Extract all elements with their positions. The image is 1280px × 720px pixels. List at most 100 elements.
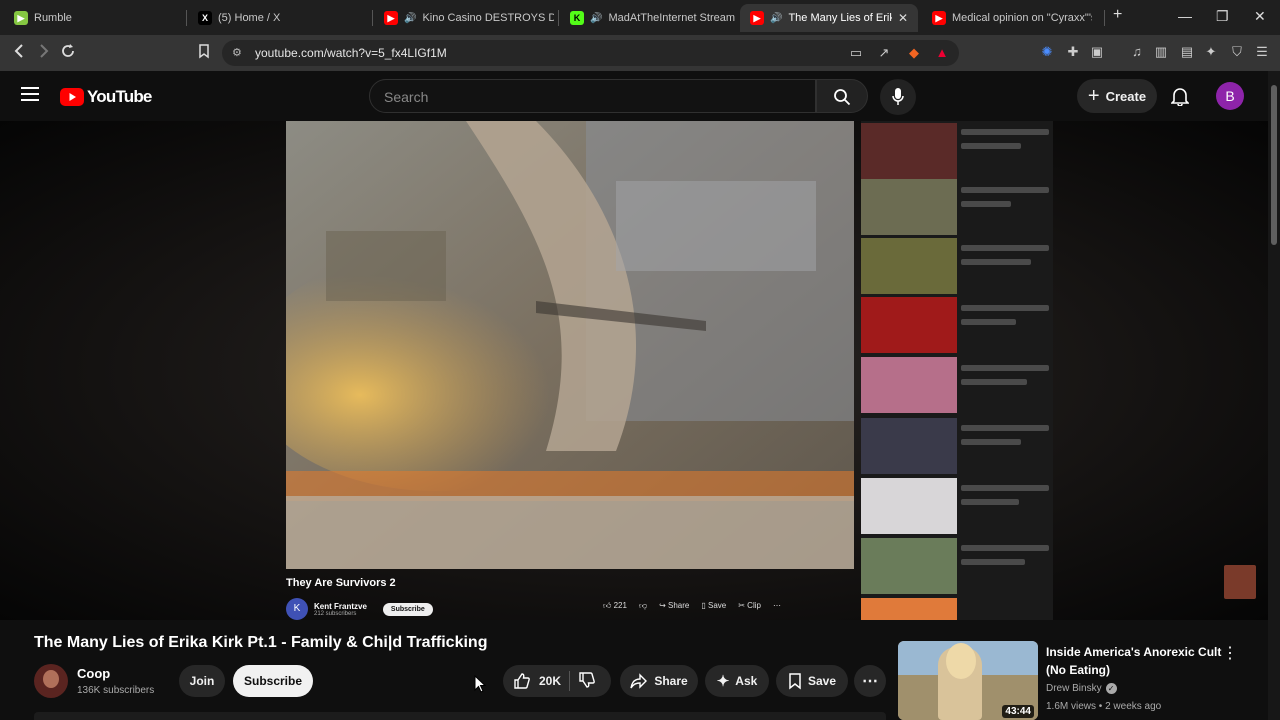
- embedded-more-icon[interactable]: ⋯: [773, 601, 781, 611]
- tab-erika-kirk-active[interactable]: ▶ 🔊 The Many Lies of Erika K ✕: [740, 4, 918, 32]
- search-button[interactable]: [816, 79, 868, 113]
- save-bookmark-icon: [789, 673, 801, 690]
- minimize-icon[interactable]: —: [1178, 8, 1192, 24]
- description-box-edge[interactable]: [34, 712, 886, 720]
- page-scrollbar[interactable]: [1268, 71, 1280, 720]
- restore-icon[interactable]: ❐: [1216, 8, 1229, 25]
- url-field[interactable]: ⚙ youtube.com/watch?v=5_fx4LIGf1M ▭ ↗ ◆ …: [222, 40, 959, 66]
- blurred-thumbnail[interactable]: [861, 123, 957, 179]
- blurred-thumbnail[interactable]: [861, 418, 957, 474]
- share-button[interactable]: Share: [620, 665, 698, 697]
- channel-name[interactable]: Coop: [77, 666, 110, 681]
- tab-title: Kino Casino DESTROYS DSP: [422, 12, 554, 24]
- channel-avatar[interactable]: [34, 664, 68, 698]
- embedded-dislike-icon[interactable]: 👎︎: [639, 601, 647, 611]
- recommended-thumbnail[interactable]: 43:44: [898, 641, 1038, 720]
- youtube-header: YouTube Search + Create B: [0, 71, 1268, 121]
- youtube-logo[interactable]: YouTube: [60, 87, 152, 107]
- embedded-channel-row: K Kent Frantzve 212 subscribers Subscrib…: [286, 597, 433, 621]
- extensions-icon[interactable]: ✚: [1065, 44, 1081, 60]
- vpn-shield-icon[interactable]: ⛉: [1229, 44, 1245, 60]
- embedded-action-bar: 👍︎ 221 👎︎ ↪ Share ▯ Save ✂ Clip ⋯: [603, 601, 781, 611]
- screenshot-icon[interactable]: ▣: [1089, 44, 1105, 60]
- hamburger-menu-icon[interactable]: [21, 86, 39, 107]
- vpn-icon[interactable]: ✺: [1039, 44, 1055, 60]
- ask-button[interactable]: ✦ Ask: [705, 665, 769, 697]
- save-button[interactable]: Save: [776, 665, 848, 697]
- search-input[interactable]: Search: [369, 79, 816, 113]
- tab-x-home[interactable]: X (5) Home / X: [188, 4, 368, 32]
- dislike-button[interactable]: [578, 671, 596, 692]
- rumble-icon: ▶: [14, 11, 28, 25]
- embedded-save-button[interactable]: ▯ Save: [701, 601, 726, 611]
- close-tab-icon[interactable]: ✕: [898, 11, 908, 25]
- tab-title: Rumble: [34, 12, 72, 24]
- brave-shields-icon[interactable]: ◆: [906, 45, 922, 61]
- share-icon: [630, 673, 648, 689]
- menu-icon[interactable]: ☰: [1254, 44, 1270, 60]
- share-icon: ↪: [659, 601, 669, 610]
- voice-search-button[interactable]: [880, 79, 916, 115]
- bookmark-icon[interactable]: [197, 43, 211, 64]
- subscribe-button[interactable]: Subscribe: [233, 665, 313, 697]
- embedded-like-button[interactable]: 👍︎ 221: [603, 601, 627, 611]
- floating-mini-avatar[interactable]: [1224, 565, 1256, 599]
- mouse-cursor-icon: [474, 674, 487, 698]
- save-icon: ▯: [701, 601, 708, 610]
- embedded-share-button[interactable]: ↪ Share: [659, 601, 689, 611]
- site-settings-icon[interactable]: ⚙: [232, 46, 242, 59]
- video-player[interactable]: They Are Survivors 2 K Kent Frantzve 212…: [0, 121, 1268, 620]
- embedded-subscribe-button[interactable]: Subscribe: [382, 602, 433, 616]
- youtube-icon: ▶: [384, 11, 398, 25]
- create-label: Create: [1105, 88, 1147, 104]
- new-tab-button[interactable]: +: [1113, 6, 1122, 24]
- share-page-icon[interactable]: ↗: [876, 45, 892, 61]
- embedded-save-label: Save: [708, 601, 727, 610]
- subscriber-count: 136K subscribers: [77, 685, 155, 696]
- cast-icon[interactable]: ▭: [848, 45, 864, 61]
- more-actions-button[interactable]: ⋯: [854, 665, 886, 697]
- back-icon[interactable]: [12, 43, 26, 64]
- video-title: The Many Lies of Erika Kirk Pt.1 - Famil…: [34, 634, 488, 651]
- like-dislike-group: 20K: [503, 665, 611, 697]
- sidebar-icon[interactable]: ▥: [1153, 44, 1169, 60]
- join-button[interactable]: Join: [179, 665, 225, 697]
- media-icon[interactable]: ♫: [1129, 44, 1145, 60]
- forward-icon[interactable]: [37, 43, 51, 64]
- blurred-thumbnail[interactable]: [861, 238, 957, 294]
- blurred-thumbnail[interactable]: [861, 297, 957, 353]
- recommended-more-icon[interactable]: ⋮: [1222, 643, 1238, 663]
- save-label: Save: [807, 674, 837, 688]
- tab-rumble[interactable]: ▶ Rumble: [4, 4, 182, 32]
- account-avatar[interactable]: B: [1216, 82, 1244, 110]
- tab-madattheinternet[interactable]: K 🔊 MadAtTheInternet Stream -: [560, 4, 736, 32]
- close-window-icon[interactable]: ✕: [1254, 8, 1266, 25]
- blurred-thumbnail[interactable]: [861, 538, 957, 594]
- embedded-clip-button[interactable]: ✂ Clip: [738, 601, 761, 611]
- embedded-channel-avatar[interactable]: K: [286, 598, 308, 620]
- youtube-play-icon: [60, 88, 84, 106]
- blurred-thumbnail[interactable]: [861, 598, 957, 620]
- like-count: 20K: [539, 674, 562, 688]
- embedded-channel-name[interactable]: Kent Frantzve: [314, 602, 367, 611]
- blurred-thumbnail[interactable]: [861, 478, 957, 534]
- scrollbar-thumb[interactable]: [1271, 85, 1277, 245]
- like-button[interactable]: 20K: [513, 672, 561, 690]
- notifications-bell-icon[interactable]: [1170, 86, 1190, 111]
- create-button[interactable]: + Create: [1077, 79, 1157, 113]
- video-frame-embedded[interactable]: [286, 121, 854, 569]
- url-text: youtube.com/watch?v=5_fx4LIGf1M: [255, 46, 447, 60]
- blurred-thumbnail[interactable]: [861, 179, 957, 235]
- wallet-icon[interactable]: ▤: [1179, 44, 1195, 60]
- tab-kino-casino[interactable]: ▶ 🔊 Kino Casino DESTROYS DSP: [374, 4, 554, 32]
- tab-medical-opinion[interactable]: ▶ Medical opinion on "Cyraxx"'s m: [922, 4, 1102, 32]
- share-label: Share: [654, 674, 688, 688]
- youtube-wordmark: YouTube: [87, 87, 152, 106]
- leo-ai-icon[interactable]: ✦: [1203, 44, 1219, 60]
- address-bar-row: ⚙ youtube.com/watch?v=5_fx4LIGf1M ▭ ↗ ◆ …: [0, 35, 1280, 71]
- brave-rewards-icon[interactable]: ▲: [934, 45, 950, 61]
- recommended-channel[interactable]: Drew Binsky: [1046, 683, 1102, 694]
- blurred-thumbnail[interactable]: [861, 357, 957, 413]
- recommended-video[interactable]: 43:44 Inside America's Anorexic Cult (No…: [898, 641, 1268, 720]
- reload-icon[interactable]: [60, 43, 76, 64]
